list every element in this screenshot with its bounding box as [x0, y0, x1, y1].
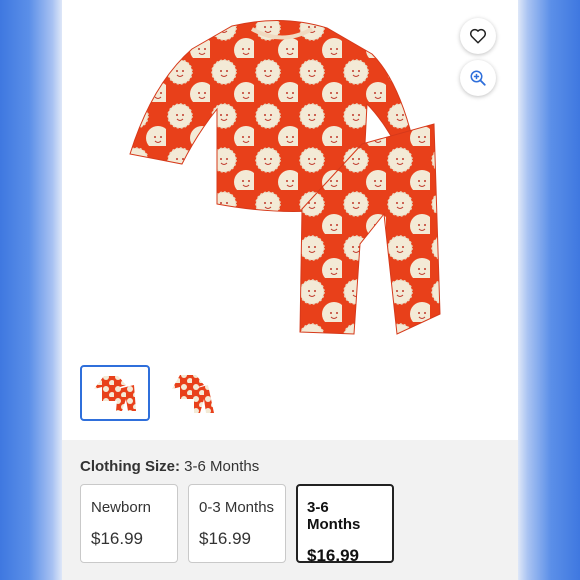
size-value: 3-6 Months [184, 458, 260, 475]
size-option-price: $16.99 [91, 529, 143, 548]
thumbnail-back[interactable] [158, 365, 228, 421]
size-option-price: $16.99 [199, 529, 251, 548]
size-option-name: 0-3 Months [199, 499, 275, 516]
zoom-in-icon [470, 70, 486, 86]
product-image[interactable] [122, 14, 442, 344]
zoom-button[interactable] [460, 60, 496, 96]
size-option-name: Newborn [91, 499, 152, 516]
size-option-price: $16.99 [307, 546, 359, 565]
thumbnail-front[interactable] [80, 365, 150, 421]
size-selector-section: Clothing Size: 3-6 Months Newborn $16.99… [62, 440, 518, 580]
size-option-newborn[interactable]: Newborn $16.99 [80, 484, 178, 563]
size-label: Clothing Size: [80, 458, 180, 475]
size-label-row: Clothing Size: 3-6 Months [80, 458, 259, 475]
thumbnail-image [172, 375, 214, 413]
size-option-3-6-months[interactable]: 3-6 Months $16.99 [296, 484, 394, 565]
size-option-name: 3-6 Months [307, 499, 361, 533]
heart-outline-icon [469, 28, 487, 44]
product-gallery [62, 0, 518, 440]
favorite-button[interactable] [460, 18, 496, 54]
thumbnail-image [94, 376, 136, 411]
size-option-0-3-months[interactable]: 0-3 Months $16.99 [188, 484, 286, 563]
